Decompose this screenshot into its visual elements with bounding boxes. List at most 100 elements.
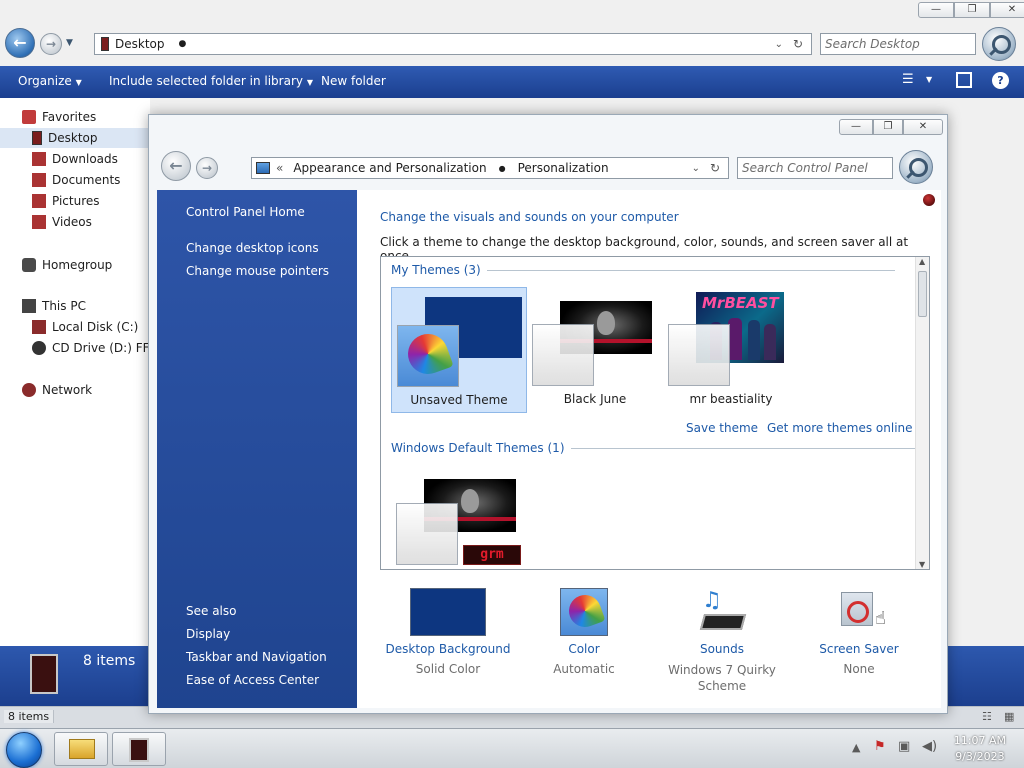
show-hidden-icons-icon[interactable]: ▲ bbox=[852, 741, 860, 754]
scrollbar-thumb[interactable] bbox=[918, 271, 927, 317]
maximize-button[interactable]: ❐ bbox=[954, 2, 990, 18]
get-more-themes-link[interactable]: Get more themes online bbox=[767, 421, 913, 435]
cp-close-button[interactable]: ✕ bbox=[903, 119, 943, 135]
cp-refresh-icon[interactable]: ↻ bbox=[710, 161, 720, 175]
homegroup-icon bbox=[22, 258, 36, 272]
explorer-titlebar: — ❐ ✕ bbox=[0, 0, 1024, 22]
sounds-setting[interactable]: ♫ Sounds Windows 7 Quirky Scheme bbox=[657, 588, 787, 694]
link-change-desktop-icons[interactable]: Change desktop icons bbox=[186, 241, 319, 255]
cp-minimize-button[interactable]: — bbox=[839, 119, 873, 135]
control-panel-icon bbox=[256, 162, 270, 174]
breadcrumb-chevrons[interactable]: « bbox=[276, 161, 283, 175]
refresh-icon[interactable]: ↻ bbox=[793, 37, 803, 51]
close-button[interactable]: ✕ bbox=[990, 2, 1024, 18]
desktop-background-setting[interactable]: Desktop Background Solid Color bbox=[385, 588, 511, 676]
color-setting[interactable]: Color Automatic bbox=[535, 588, 633, 676]
theme-sound-logo: grm bbox=[463, 545, 521, 565]
cp-address-dropdown-icon[interactable]: ⌄ bbox=[692, 163, 700, 174]
cp-back-button[interactable]: ← bbox=[161, 151, 191, 181]
address-text: Desktop bbox=[115, 37, 165, 51]
chevron-down-icon[interactable]: ▼ bbox=[926, 75, 932, 84]
cp-address-bar[interactable]: « Appearance and Personalization ● Perso… bbox=[251, 157, 729, 179]
taskbar-explorer-button[interactable] bbox=[54, 732, 108, 766]
explorer-search-input[interactable]: Search Desktop bbox=[820, 33, 976, 55]
nav-desktop[interactable]: Desktop bbox=[32, 128, 98, 148]
taskbar-clock[interactable]: 11:07 AM 9/3/2023 bbox=[954, 733, 1006, 765]
cp-search-input[interactable]: Search Control Panel bbox=[737, 157, 893, 179]
link-ease-of-access[interactable]: Ease of Access Center bbox=[186, 673, 319, 687]
nav-local-disk-label: Local Disk (C:) bbox=[52, 320, 139, 334]
scroll-down-icon[interactable]: ▼ bbox=[919, 560, 925, 569]
nav-pictures[interactable]: Pictures bbox=[32, 191, 100, 211]
back-button[interactable]: ← bbox=[5, 28, 35, 58]
include-label: Include selected folder in library bbox=[109, 74, 303, 88]
cp-main-content: Change the visuals and sounds on your co… bbox=[357, 190, 941, 708]
theme-color-swatch bbox=[668, 324, 730, 386]
theme-list[interactable]: My Themes (3) Unsaved Theme Black June M… bbox=[380, 256, 930, 570]
cp-task-pane: Control Panel Home Change desktop icons … bbox=[157, 190, 357, 708]
minimize-button[interactable]: — bbox=[918, 2, 954, 18]
link-control-panel-home[interactable]: Control Panel Home bbox=[186, 205, 305, 219]
figure-silhouette bbox=[748, 320, 760, 360]
details-view-icon[interactable]: ☷ bbox=[982, 710, 992, 723]
explorer-caption-buttons: — ❐ ✕ bbox=[918, 2, 1024, 18]
start-button[interactable] bbox=[6, 732, 42, 768]
nav-homegroup[interactable]: Homegroup bbox=[22, 255, 112, 275]
desktop-icon bbox=[32, 131, 42, 145]
cp-search-icon[interactable] bbox=[899, 150, 933, 184]
nav-homegroup-label: Homegroup bbox=[42, 258, 113, 272]
page-heading: Change the visuals and sounds on your co… bbox=[380, 210, 679, 224]
clock-date: 9/3/2023 bbox=[955, 750, 1005, 763]
theme-list-scrollbar[interactable]: ▲ ▼ bbox=[915, 257, 929, 569]
cp-forward-button[interactable]: → bbox=[196, 157, 218, 179]
scroll-up-icon[interactable]: ▲ bbox=[919, 257, 925, 266]
nav-downloads[interactable]: Downloads bbox=[32, 149, 118, 169]
action-center-icon[interactable]: ⚑ bbox=[874, 739, 886, 754]
link-change-mouse-pointers[interactable]: Change mouse pointers bbox=[186, 264, 329, 278]
nav-videos[interactable]: Videos bbox=[32, 212, 92, 232]
nav-local-disk[interactable]: Local Disk (C:) bbox=[32, 317, 138, 337]
cp-caption-buttons: — ❐ ✕ bbox=[839, 119, 943, 135]
help-icon[interactable]: ? bbox=[992, 72, 1009, 89]
organize-button[interactable]: Organize ▼ bbox=[18, 74, 82, 88]
nav-favorites[interactable]: Favorites bbox=[22, 107, 96, 127]
nav-documents[interactable]: Documents bbox=[32, 170, 120, 190]
preview-pane-icon[interactable] bbox=[956, 72, 972, 88]
breadcrumb-separator-icon[interactable]: ● bbox=[499, 164, 506, 173]
help-orb-icon[interactable] bbox=[923, 194, 935, 206]
search-icon[interactable] bbox=[982, 27, 1016, 61]
new-folder-button[interactable]: New folder bbox=[321, 74, 386, 88]
folder-icon bbox=[69, 739, 95, 759]
organize-label: Organize bbox=[18, 74, 72, 88]
address-dropdown-icon[interactable]: ⌄ bbox=[775, 39, 783, 50]
include-in-library-button[interactable]: Include selected folder in library ▼ bbox=[109, 74, 313, 88]
cp-maximize-button[interactable]: ❐ bbox=[873, 119, 903, 135]
screen-saver-setting[interactable]: ☝ Screen Saver None bbox=[819, 588, 899, 676]
view-options-icon[interactable]: ☰ bbox=[902, 72, 914, 87]
explorer-search-placeholder: Search Desktop bbox=[825, 37, 920, 51]
nav-network[interactable]: Network bbox=[22, 380, 92, 400]
theme-mr-beastiality[interactable]: MrBEAST mr beastiality bbox=[663, 287, 799, 413]
save-theme-link[interactable]: Save theme bbox=[686, 421, 758, 435]
theme-black-june[interactable]: Black June bbox=[527, 287, 663, 413]
music-notes-icon: ♫ bbox=[702, 588, 722, 613]
documents-icon bbox=[32, 173, 46, 187]
link-taskbar-navigation[interactable]: Taskbar and Navigation bbox=[186, 650, 327, 664]
explorer-address-row: ← → ▼ Desktop ● ⌄ ↻ Search Desktop bbox=[0, 22, 1024, 66]
breadcrumb-appearance[interactable]: Appearance and Personalization bbox=[293, 161, 486, 175]
network-tray-icon[interactable]: ▣ bbox=[898, 739, 910, 754]
clock-time: 11:07 AM bbox=[953, 734, 1006, 747]
breadcrumb-personalization[interactable]: Personalization bbox=[518, 161, 609, 175]
taskbar-desktop-window-button[interactable] bbox=[112, 732, 166, 766]
theme-windows-default[interactable]: grm bbox=[391, 469, 527, 569]
theme-label: Unsaved Theme bbox=[410, 393, 508, 407]
nav-this-pc[interactable]: This PC bbox=[22, 296, 86, 316]
volume-icon[interactable]: ◀) bbox=[922, 739, 937, 754]
forward-button[interactable]: → bbox=[40, 33, 62, 55]
nav-this-pc-label: This PC bbox=[42, 299, 86, 313]
recent-pages-dropdown-icon[interactable]: ▼ bbox=[66, 38, 73, 48]
theme-unsaved[interactable]: Unsaved Theme bbox=[391, 287, 527, 413]
large-icons-view-icon[interactable]: ▦ bbox=[1004, 710, 1014, 723]
link-display[interactable]: Display bbox=[186, 627, 230, 641]
explorer-address-bar[interactable]: Desktop ● ⌄ ↻ bbox=[94, 33, 812, 55]
